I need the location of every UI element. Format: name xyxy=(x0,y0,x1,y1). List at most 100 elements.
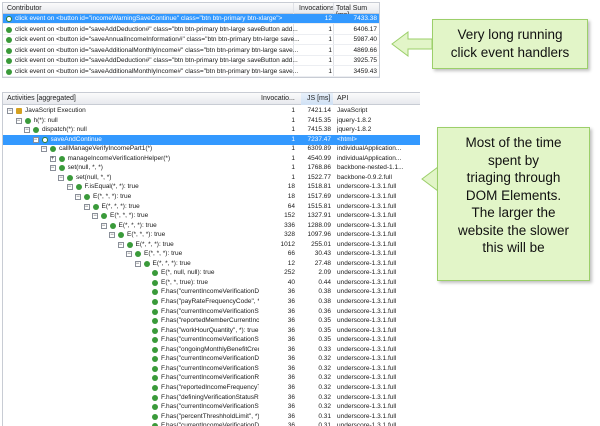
activity-row[interactable]: F.has("currentIncomeVerificationRe 36 0.32… xyxy=(3,373,420,383)
activity-row[interactable]: − dispatch(*): null 1 7415.38 jquery-1.8.2 xyxy=(3,125,420,135)
js-ms-value: 0.32 xyxy=(318,403,331,411)
activity-row[interactable]: F.has("payRateFrequencyCode", *): 36 0.38 u… xyxy=(3,297,420,307)
invocations-value: 1 xyxy=(328,36,332,43)
activity-row[interactable]: F.has("currentIncomeVerificationD 36 0.31 u… xyxy=(3,421,420,426)
contributor-row[interactable]: click event on <button id="saveAddDeduct… xyxy=(3,56,379,66)
activity-text: E(*, *, *): true xyxy=(110,212,149,220)
invocations-value: 1 xyxy=(291,116,295,124)
api-column-header[interactable]: API xyxy=(337,95,348,102)
activity-row[interactable]: − E(*, *, *): true 328 1097.96 underscore-1.… xyxy=(3,230,420,240)
activity-row[interactable]: F.has("reportedIncomeFrequencyT 36 0.32 und… xyxy=(3,383,420,393)
api-value: underscore-1.3.1.full xyxy=(337,336,397,344)
collapse-toggle-icon[interactable]: − xyxy=(41,146,47,153)
total-sum-value: 3459.43 xyxy=(353,67,378,75)
activity-row[interactable]: − E(*, *, *): true 66 30.43 underscore-1.3.1… xyxy=(3,249,420,259)
collapse-toggle-icon[interactable]: − xyxy=(66,184,73,191)
check-circle-icon xyxy=(126,241,133,248)
collapse-toggle-icon[interactable]: − xyxy=(15,117,22,124)
invocations-value: 36 xyxy=(287,383,295,391)
collapse-toggle-icon[interactable]: − xyxy=(109,232,115,239)
activity-row[interactable]: F.has("currentIncomeVerificationD 36 0.38 u… xyxy=(3,287,420,297)
activity-text: set(null, *, *) xyxy=(67,164,103,172)
activity-row[interactable]: − E(*, *, *): true 64 1515.81 underscore-1.3… xyxy=(3,202,420,212)
collapse-toggle-icon[interactable]: − xyxy=(134,260,141,267)
contributor-row[interactable]: click event on <button id="incomeWarning… xyxy=(3,14,379,24)
activity-row[interactable]: − JavaScript Execution 1 7421.14 JavaScript xyxy=(3,106,420,116)
activity-row[interactable]: − E(*, *, *): true 336 1288.09 underscore-1.… xyxy=(3,221,420,231)
contributor-row[interactable]: click event on <button id="saveAdditiona… xyxy=(3,67,379,77)
invocations-column-header[interactable]: Invocatio... xyxy=(261,95,295,102)
callout-line: spent by xyxy=(487,152,540,168)
activity-text: E(*, *, *): true xyxy=(93,192,132,200)
activity-row[interactable]: F.has("percentThreshholdLimit", *) 36 0.31… xyxy=(3,412,420,422)
collapse-toggle-icon[interactable]: − xyxy=(100,222,107,229)
js-ms-value: 1517.69 xyxy=(307,192,332,200)
collapse-toggle-icon[interactable]: − xyxy=(24,127,30,134)
api-value: underscore-1.3.1.full xyxy=(337,422,397,426)
activity-row[interactable]: E(*, *, true): true 40 0.44 underscore-1.3.… xyxy=(3,278,420,288)
collapse-toggle-icon[interactable]: − xyxy=(117,241,124,248)
contributor-row[interactable]: click event on <button id="saveAdditiona… xyxy=(3,46,379,56)
js-ms-value: 255.01 xyxy=(311,240,331,248)
js-ms-value: 27.48 xyxy=(314,259,331,267)
activity-row[interactable]: − h(*): null 1 7415.35 jquery-1.8.2 xyxy=(3,116,420,126)
activity-row[interactable]: − E(*, *, *): true 152 1327.91 underscore-1.… xyxy=(3,211,420,221)
collapse-toggle-icon[interactable]: − xyxy=(92,213,98,220)
collapse-toggle-icon[interactable]: − xyxy=(75,193,81,200)
js-ms-value: 2.09 xyxy=(318,269,331,277)
js-ms-value: 0.35 xyxy=(318,336,331,344)
contributor-text: click event on <button id="saveAdditiona… xyxy=(15,67,299,75)
activity-row[interactable]: − E(*, *, *): true 1012 255.01 underscore-1.… xyxy=(3,240,420,250)
callout-line: website the slower xyxy=(457,222,570,238)
activity-row[interactable]: + manageIncomeVerificationHelper(*) 1 4540.… xyxy=(3,154,420,164)
js-ms-value: 0.33 xyxy=(318,345,331,353)
js-ms-value: 4540.99 xyxy=(307,154,332,162)
contributor-row[interactable]: click event on <button id="saveAnnualInc… xyxy=(3,35,379,45)
api-value: underscore-1.3.1.full xyxy=(337,221,397,229)
activity-row[interactable]: F.has("definingVerificationStatusRe 36 0.3… xyxy=(3,393,420,403)
expand-toggle-icon[interactable]: + xyxy=(49,155,56,162)
activity-row[interactable]: − set(null, *, *) 1 1768.86 backbone-nested-… xyxy=(3,163,420,173)
activity-row[interactable]: F.has("currentIncomeVerificationSt 36 0.35… xyxy=(3,335,420,345)
collapse-toggle-icon[interactable]: − xyxy=(58,174,64,181)
collapse-toggle-icon[interactable]: − xyxy=(126,251,132,258)
activity-row[interactable]: E(*, null, null): true 252 2.09 underscore-… xyxy=(3,268,420,278)
activity-row[interactable]: − E(*, *, *): true 18 1517.69 underscore-1.3… xyxy=(3,192,420,202)
activity-row[interactable]: − F.isEqual(*, *): true 18 1518.81 underscor… xyxy=(3,182,420,192)
contributor-column-header[interactable]: Contributor xyxy=(7,5,42,12)
activity-row[interactable]: F.has("currentIncomeVerificationSt 36 0.36… xyxy=(3,307,420,317)
invocations-value: 40 xyxy=(287,278,295,286)
js-ms-value: 1097.96 xyxy=(307,231,332,239)
contributor-table-header: Contributor Invocations Total Sum [ms] xyxy=(3,3,379,19)
collapse-toggle-icon[interactable]: − xyxy=(83,203,90,210)
activities-column-header[interactable]: Activities [aggregated] xyxy=(7,95,76,102)
activity-row[interactable]: F.has("currentIncomeVerificationD 36 0.32 u… xyxy=(3,354,420,364)
collapse-toggle-icon[interactable]: − xyxy=(49,165,56,172)
js-ms-value: 1518.81 xyxy=(307,183,332,191)
api-value: jquery-1.8.2 xyxy=(337,126,372,134)
activity-row[interactable]: − saveAndContinue 1 7237.47 <html> xyxy=(3,134,420,145)
check-circle-icon xyxy=(152,327,158,334)
activity-row[interactable]: F.has("currentIncomeVerificationSt 36 0.32… xyxy=(3,364,420,374)
activity-text: F.has("percentThreshholdLimit", *) xyxy=(161,412,259,420)
check-circle-icon xyxy=(24,117,31,124)
invocations-column-header[interactable]: Invocations xyxy=(299,5,334,12)
js-ms-column-header[interactable]: JS [ms] xyxy=(307,95,330,102)
check-circle-icon xyxy=(41,136,48,143)
collapse-toggle-icon[interactable]: − xyxy=(7,108,13,114)
check-circle-icon xyxy=(92,203,99,210)
contributor-row[interactable]: click event on <button id="saveAddDeduct… xyxy=(3,25,379,35)
activity-row[interactable]: − set(null, *, *) 1 1522.77 backbone-0.9.2.f… xyxy=(3,173,420,183)
collapse-toggle-icon[interactable]: − xyxy=(32,136,39,143)
activity-row[interactable]: F.has("reportedMemberCurrentInc 36 0.35 und… xyxy=(3,316,420,326)
js-ms-value: 1522.77 xyxy=(307,173,332,181)
activity-row[interactable]: F.has("ongoingMonthlyBenefitCred 36 0.33 un… xyxy=(3,345,420,355)
activity-row[interactable]: − E(*, *, *): true 12 27.48 underscore-1.3.1… xyxy=(3,259,420,269)
activity-row[interactable]: F.has("currentIncomeVerificationSt 36 0.32… xyxy=(3,402,420,412)
check-circle-icon xyxy=(152,404,158,411)
invocations-value: 1 xyxy=(291,135,295,143)
api-value: underscore-1.3.1.full xyxy=(337,403,397,411)
activity-row[interactable]: F.has("workHourQuantity", *): true 36 0.35… xyxy=(3,326,420,336)
activity-row[interactable]: − callManageVerifyIncomePart1(*) 1 6309.89 i… xyxy=(3,144,420,154)
check-circle-icon xyxy=(6,26,12,33)
